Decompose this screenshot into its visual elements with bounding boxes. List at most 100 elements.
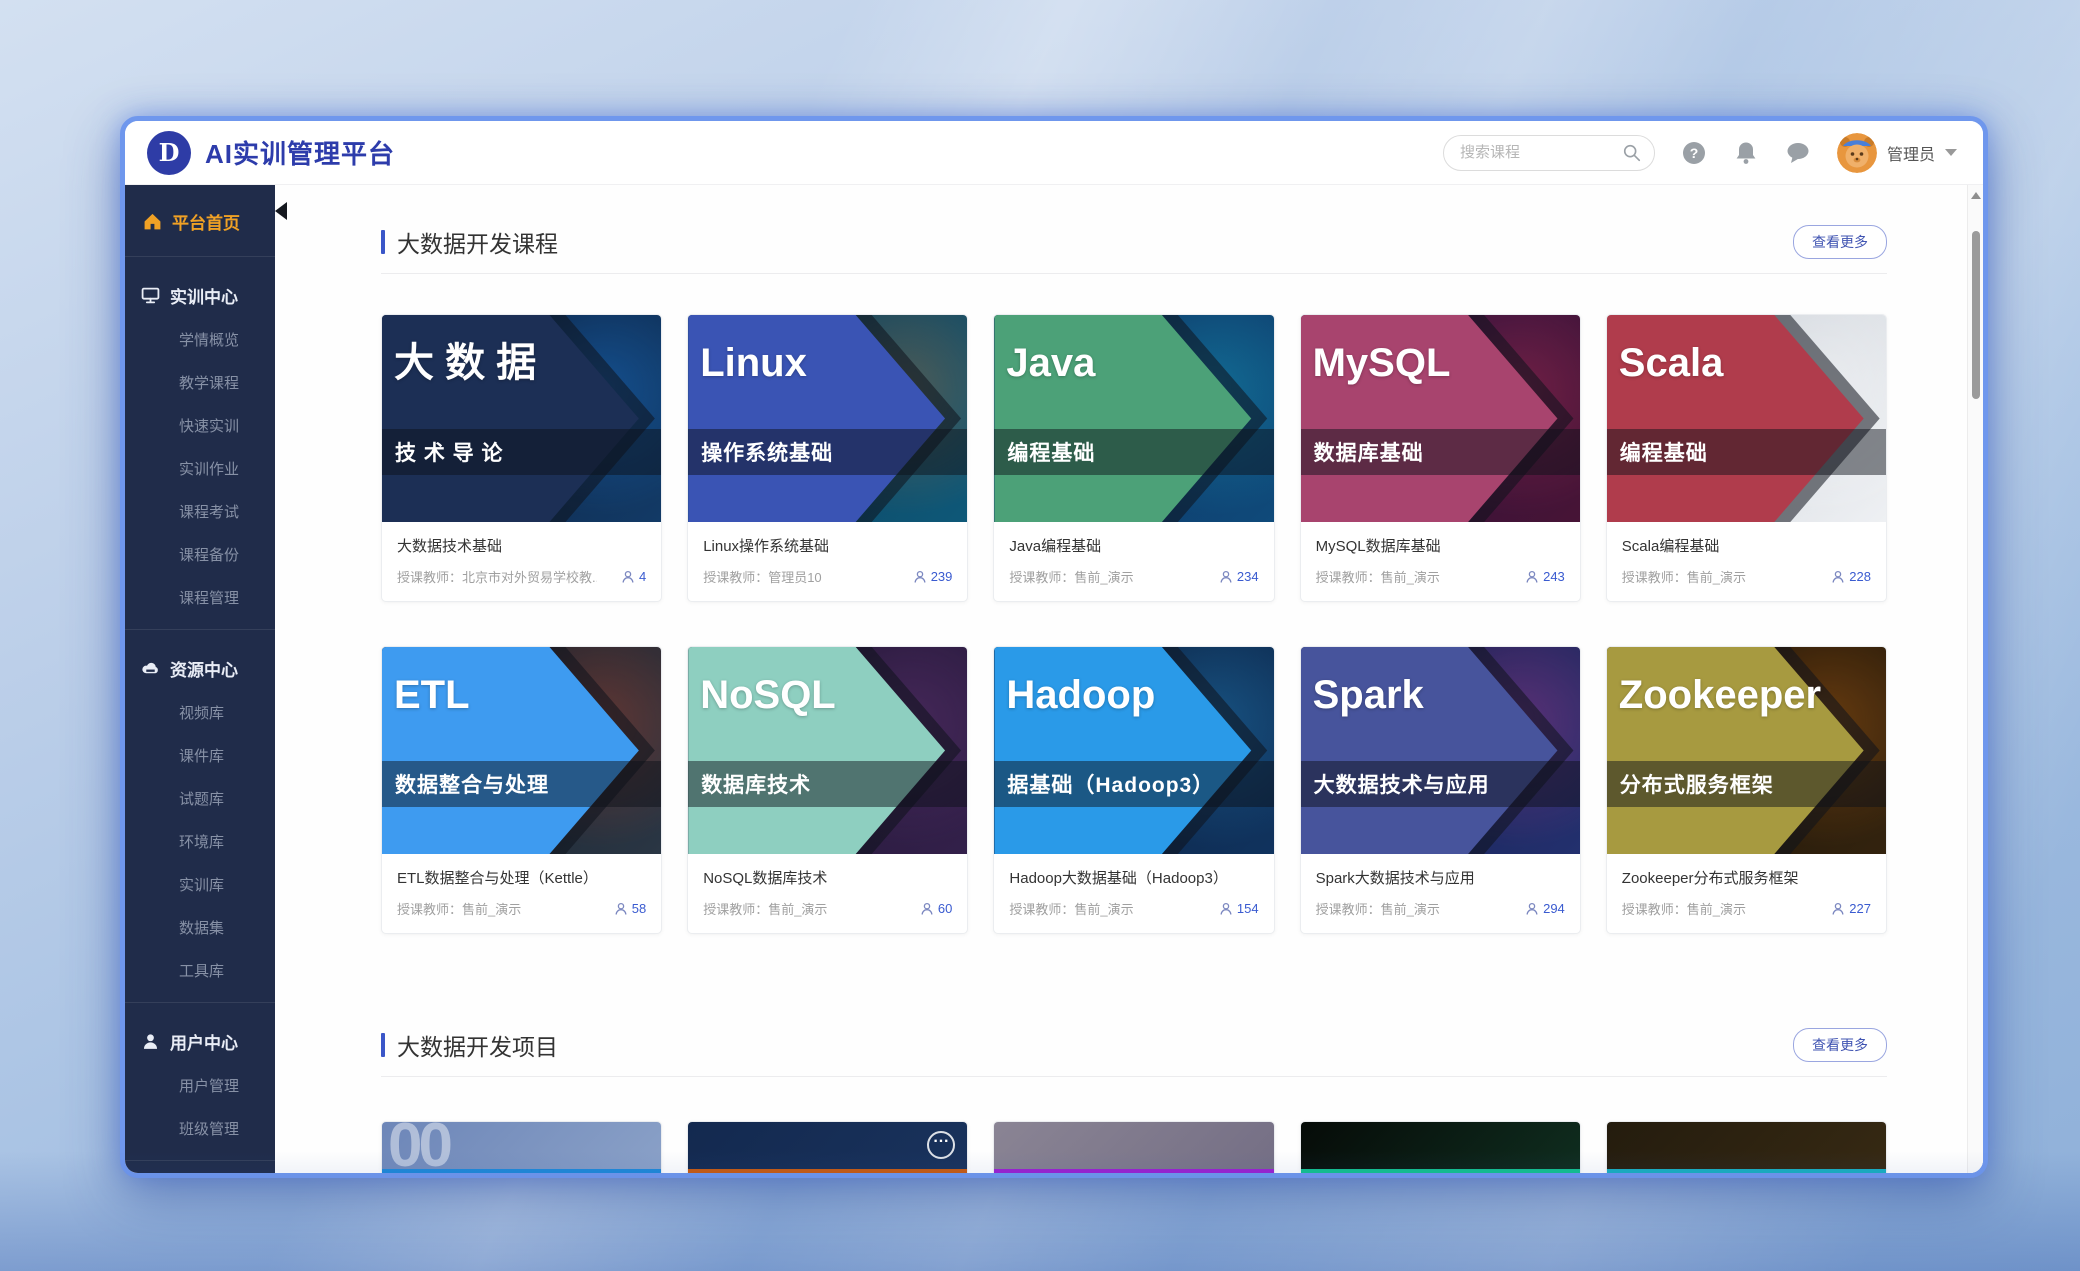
course-teacher: 授课教师：售前_演示 [397,899,521,918]
thumbnail-subtitle: 数据库基础 [1314,437,1424,467]
view-more-button[interactable]: 查看更多 [1793,225,1887,259]
sidebar-divider [125,1160,275,1161]
help-icon[interactable]: ? [1681,140,1707,166]
course-card[interactable]: 大数据技术与应用 Spark Spark大数据技术与应用 授课教师：售前_演示 … [1300,646,1581,934]
scrollbar-thumb[interactable] [1972,231,1980,399]
thumbnail-subtitle-band: 分布式服务框架 [1607,761,1886,807]
thumbnail-subtitle-band: 数据整合与处理 [382,761,661,807]
project-card[interactable]: 00 ··· 大数据开发案例 [381,1121,662,1173]
sidebar-item[interactable]: 数据集 [125,906,275,949]
person-count-icon [1525,902,1539,916]
sidebar-sublist-resources: 视频库课件库试题库环境库实训库数据集工具库 [125,691,275,992]
project-card[interactable]: ··· 大数据开发案例 [1300,1121,1581,1173]
thumbnail-subtitle: 数据库技术 [701,769,811,799]
course-thumbnail: 数据整合与处理 ETL [382,647,661,854]
course-thumbnail: 据基础（Hadoop3） Hadoop [994,647,1273,854]
course-info: Linux操作系统基础 授课教师：管理员10 239 [688,522,967,601]
course-card[interactable]: 操作系统基础 Linux Linux操作系统基础 授课教师：管理员10 239 [687,314,968,602]
bell-icon[interactable] [1733,140,1759,166]
sidebar-divider [125,1002,275,1003]
sidebar-section-settings[interactable]: 系统设置 [125,1171,275,1173]
course-teacher: 授课教师：售前_演示 [703,899,827,918]
sidebar-section-training[interactable]: 实训中心 [125,267,275,318]
thumbnail-subtitle: 技 术 导 论 [395,437,504,467]
project-card[interactable]: ··· 大数据开发案例 [993,1121,1274,1173]
course-title: 大数据技术基础 [397,535,646,556]
count-number: 4 [639,569,646,584]
content-scrollbar[interactable] [1967,185,1983,1173]
search-box[interactable] [1443,135,1655,171]
course-thumbnail: 大数据技术与应用 Spark [1301,647,1580,854]
sidebar: 平台首页 实训中心 学情概览教学课程快速实训实训作业课程考试课程备份课程管理 [125,185,275,1173]
scroll-up-arrow-icon[interactable] [1971,192,1981,199]
thumbnail-title: Java [1006,341,1095,385]
chat-icon[interactable] [1785,140,1811,166]
sidebar-item[interactable]: 学情概览 [125,318,275,361]
sidebar-item[interactable]: 教学课程 [125,361,275,404]
sidebar-item[interactable]: 课件库 [125,734,275,777]
enrollment-count: 4 [621,569,646,584]
avatar[interactable] [1837,133,1877,173]
enrollment-count: 239 [913,569,953,584]
course-title: Scala编程基础 [1622,535,1871,556]
sidebar-item[interactable]: 实训库 [125,863,275,906]
sidebar-item[interactable]: 班级管理 [125,1107,275,1150]
view-more-button[interactable]: 查看更多 [1793,1028,1887,1062]
thumbnail-subtitle-band: 数据库技术 [688,761,967,807]
sidebar-item[interactable]: 视频库 [125,691,275,734]
sidebar-item[interactable]: 快速实训 [125,404,275,447]
sidebar-item[interactable]: 工具库 [125,949,275,992]
sidebar-section-resources[interactable]: 资源中心 [125,640,275,691]
course-title: Zookeeper分布式服务框架 [1622,867,1871,888]
sidebar-collapse-arrow[interactable] [275,202,287,220]
project-card[interactable]: ··· 大数据开发案例 [1606,1121,1887,1173]
section-title: 大数据开发项目 [381,1028,558,1062]
enrollment-count: 243 [1525,569,1565,584]
count-number: 58 [632,901,646,916]
thumbnail-title: 大 数 据 [394,341,536,385]
course-card[interactable]: 编程基础 Java Java编程基础 授课教师：售前_演示 234 [993,314,1274,602]
title-accent-bar [381,1033,385,1057]
course-card[interactable]: 据基础（Hadoop3） Hadoop Hadoop大数据基础（Hadoop3）… [993,646,1274,934]
course-card[interactable]: 数据整合与处理 ETL ETL数据整合与处理（Kettle） 授课教师：售前_演… [381,646,662,934]
course-teacher: 授课教师：售前_演示 [1316,567,1440,586]
search-input[interactable] [1460,144,1614,161]
person-count-icon [614,902,628,916]
course-card[interactable]: 数据库基础 MySQL MySQL数据库基础 授课教师：售前_演示 243 [1300,314,1581,602]
sidebar-item[interactable]: 课程备份 [125,533,275,576]
course-meta: 授课教师：售前_演示 154 [1009,899,1258,918]
sidebar-item-home[interactable]: 平台首页 [125,197,275,246]
sidebar-section-users[interactable]: 用户中心 [125,1013,275,1064]
person-count-icon [1831,570,1845,584]
course-info: NoSQL数据库技术 授课教师：售前_演示 60 [688,854,967,933]
search-icon[interactable] [1622,143,1642,163]
thumbnail-subtitle: 分布式服务框架 [1620,769,1774,799]
sidebar-group-users: 用户中心 用户管理班级管理 [125,1013,275,1150]
project-thumbnail: 00 ··· 大数据开发案例 [382,1122,661,1173]
course-teacher: 授课教师：售前_演示 [1622,567,1746,586]
user-menu[interactable]: 管理员 [1837,133,1957,173]
course-card[interactable]: 技 术 导 论 大 数 据 大数据技术基础 授课教师：北京市对外贸易学校教...… [381,314,662,602]
course-title: Spark大数据技术与应用 [1316,867,1565,888]
sidebar-item[interactable]: 用户管理 [125,1064,275,1107]
course-card[interactable]: 数据库技术 NoSQL NoSQL数据库技术 授课教师：售前_演示 60 [687,646,968,934]
course-meta: 授课教师：售前_演示 227 [1622,899,1871,918]
project-band-label: 大数据开发案例 [1301,1169,1580,1173]
sidebar-item[interactable]: 课程考试 [125,490,275,533]
course-card[interactable]: 编程基础 Scala Scala编程基础 授课教师：售前_演示 228 [1606,314,1887,602]
enrollment-count: 58 [614,901,646,916]
app-logo: D [147,131,191,175]
thumbnail-subtitle-band: 编程基础 [994,429,1273,475]
project-band-label: 大数据开发案例 [382,1169,661,1173]
enrollment-count: 154 [1219,901,1259,916]
section-divider [381,1076,1887,1077]
course-card[interactable]: 分布式服务框架 Zookeeper Zookeeper分布式服务框架 授课教师：… [1606,646,1887,934]
course-meta: 授课教师：售前_演示 60 [703,899,952,918]
sidebar-item[interactable]: 实训作业 [125,447,275,490]
sidebar-item[interactable]: 课程管理 [125,576,275,619]
project-card[interactable]: ··· 大数据开发案例 [687,1121,968,1173]
sidebar-item[interactable]: 试题库 [125,777,275,820]
sidebar-item[interactable]: 环境库 [125,820,275,863]
course-teacher: 授课教师：售前_演示 [1009,567,1133,586]
app-header: D AI实训管理平台 ? [125,121,1983,185]
